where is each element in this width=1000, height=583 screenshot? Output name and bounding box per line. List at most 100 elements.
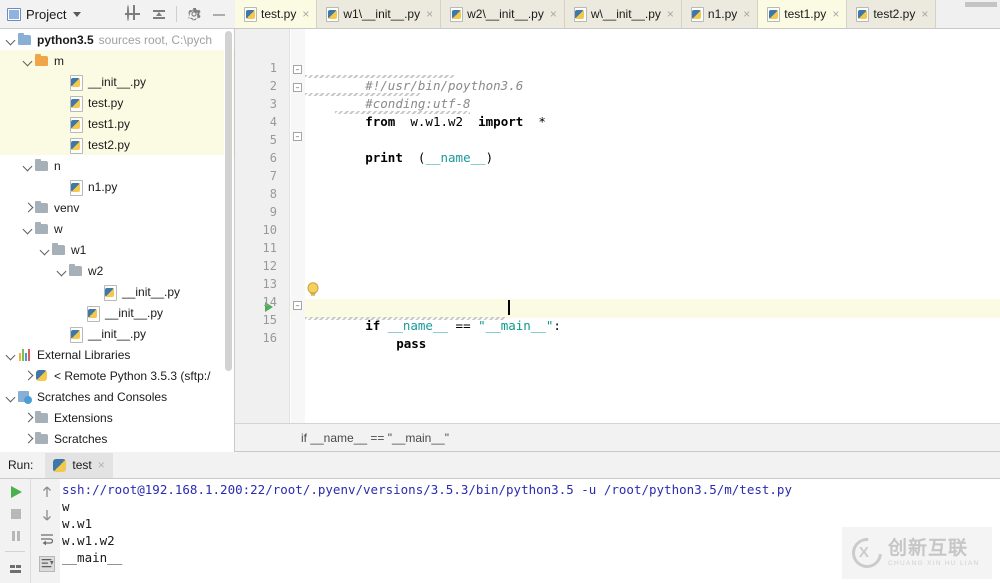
chevron-down-icon[interactable] [4,33,17,46]
close-icon[interactable]: × [302,8,309,20]
tree-item-python3-5[interactable]: python3.5sources root, C:\pych [0,29,234,50]
tree-item-__init__-py[interactable]: __init__.py [0,323,234,344]
editor-tab-n1-py[interactable]: n1.py× [682,0,758,28]
folder-icon [34,411,50,425]
code-line-15[interactable]: if __name__ == "__main__": [305,299,561,317]
line-number: 6 [239,149,277,167]
close-icon[interactable]: × [426,8,433,20]
tree-item-test2-py[interactable]: test2.py [0,134,234,155]
line-number: 3 [239,95,277,113]
tree-item-test-py[interactable]: test.py [0,92,234,113]
breadcrumb[interactable]: if __name__ == "__main__" [235,423,1000,452]
tree-item-external libraries[interactable]: External Libraries [0,344,234,365]
tree-indent-spacer [55,117,68,130]
library-bar [19,353,21,361]
tree-item-m[interactable]: m [0,50,234,71]
console-icon[interactable] [8,561,24,577]
tree-item-__init__-py[interactable]: __init__.py [0,302,234,323]
code-token-pass: pass [396,336,426,351]
run-icon[interactable] [8,484,24,500]
tree-indent-spacer [89,285,102,298]
tree-item-w1[interactable]: w1 [0,239,234,260]
console-line: w [62,498,1000,515]
editor-tab-test2-py[interactable]: test2.py× [847,0,936,28]
tree-item-test1-py[interactable]: test1.py [0,113,234,134]
tree-item-w2[interactable]: w2 [0,260,234,281]
settings-gear-icon[interactable] [186,6,202,22]
project-tree[interactable]: python3.5sources root, C:\pychm__init__.… [0,29,235,452]
tree-item-< remote python 3-5-3 (sftp:/[interactable]: < Remote Python 3.5.3 (sftp:/ [0,365,234,386]
line-number: 11 [239,239,277,257]
code-text-area[interactable]: #!/usr/bin/poython3.6 #conding:utf-8 fro… [305,29,1000,423]
editor-tab-bar[interactable]: test.py×w1\__init__.py×w2\__init__.py×w\… [235,0,1000,29]
tree-item-label: __init__.py [122,285,180,299]
chevron-down-icon[interactable] [4,348,17,361]
tree-item-label: Extensions [54,411,113,425]
tree-item-extensions[interactable]: Extensions [0,407,234,428]
scroll-up-icon[interactable] [39,484,55,500]
chevron-right-icon[interactable] [21,369,34,382]
code-token-import: import [478,114,523,129]
collapse-all-icon[interactable] [151,6,167,22]
locate-icon[interactable] [126,6,142,22]
editor-tab-test1-py[interactable]: test1.py× [758,0,847,28]
chevron-down-icon[interactable] [4,390,17,403]
chevron-right-icon[interactable] [21,411,34,424]
chevron-down-icon[interactable] [38,243,51,256]
line-number: 8 [239,185,277,203]
fold-marker-icon[interactable]: – [293,301,302,310]
close-icon[interactable]: × [98,458,105,472]
close-icon[interactable]: × [832,8,839,20]
chevron-right-icon[interactable] [21,432,34,445]
tree-item-w[interactable]: w [0,218,234,239]
fold-marker-icon[interactable]: – [293,132,302,141]
tree-item-__init__-py[interactable]: __init__.py [0,281,234,302]
python-interpreter-icon [34,369,50,383]
scratches-icon [17,390,33,404]
chevron-down-icon[interactable] [21,222,34,235]
chevron-down-icon[interactable] [21,54,34,67]
project-tool-window-button[interactable]: Project [0,7,81,22]
inspection-squiggle [305,75,455,78]
tree-item-label: External Libraries [37,348,130,362]
brand-mark-icon [846,532,888,574]
code-token-colon: : [553,318,561,333]
editor-tab-w1-__init__-py[interactable]: w1\__init__.py × [317,0,441,28]
pause-icon[interactable] [8,528,24,544]
tree-item-n[interactable]: n [0,155,234,176]
soft-wrap-icon[interactable] [39,531,55,547]
code-line-5[interactable]: print (__name__) [305,131,493,149]
close-icon[interactable]: × [667,8,674,20]
tree-indent-spacer [55,180,68,193]
chevron-right-icon[interactable] [21,201,34,214]
tree-item-__init__-py[interactable]: __init__.py [0,71,234,92]
tree-item-n1-py[interactable]: n1.py [0,176,234,197]
top-scrollbar-fragment[interactable] [965,2,997,7]
sidebar-scrollbar-thumb[interactable] [225,31,232,371]
sidebar-scrollbar[interactable] [224,29,233,452]
tree-item-scratches[interactable]: Scratches [0,428,234,449]
run-toolbar-left [0,479,30,583]
fold-marker-icon[interactable]: – [293,83,302,92]
run-tab-test[interactable]: test × [45,453,112,478]
tree-item-scratches and consoles[interactable]: Scratches and Consoles [0,386,234,407]
chevron-down-icon[interactable] [21,159,34,172]
close-icon[interactable]: × [550,8,557,20]
scroll-to-end-icon[interactable] [39,556,55,572]
fold-marker-icon[interactable]: – [293,65,302,74]
close-icon[interactable]: × [743,8,750,20]
editor-tab-w2-__init__-py[interactable]: w2\__init__.py× [441,0,565,28]
editor-tab-w-__init__-py[interactable]: w\__init__.py× [565,0,682,28]
close-icon[interactable]: × [921,8,928,20]
code-editor[interactable]: – – – – #!/usr/bin/poython3.6 #conding:u… [235,29,1000,423]
stop-icon[interactable] [8,506,24,522]
scroll-down-icon[interactable] [39,507,55,523]
inspection-squiggle [305,93,420,96]
chevron-down-icon[interactable] [73,12,81,17]
editor-tab-label: w1\__init__.py [343,7,420,21]
minimize-icon[interactable] [211,6,227,22]
tree-item-venv[interactable]: venv [0,197,234,218]
editor-tab-test-py[interactable]: test.py× [235,0,317,28]
code-token-print: print [365,150,403,165]
chevron-down-icon[interactable] [55,264,68,277]
